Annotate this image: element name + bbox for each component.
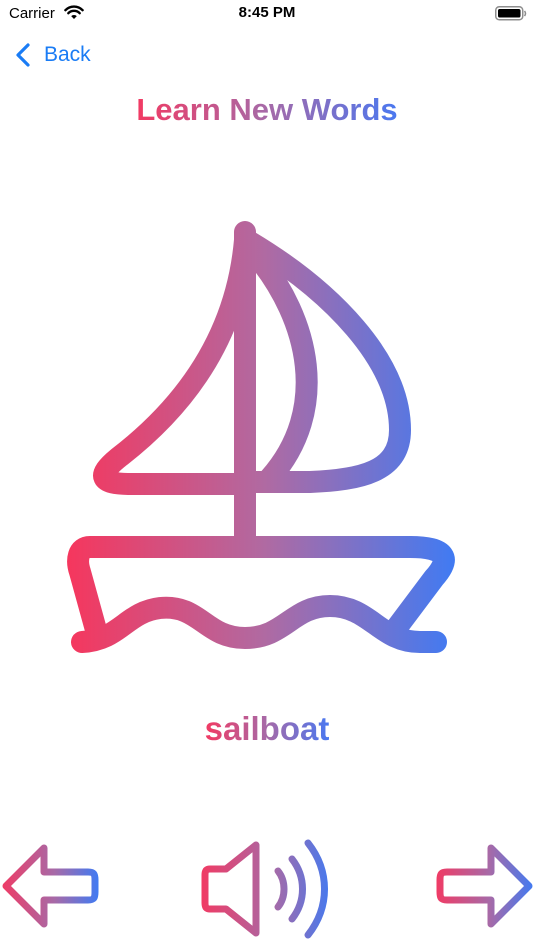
back-label: Back xyxy=(44,43,91,66)
status-bar: Carrier 8:45 PM xyxy=(0,0,534,30)
battery-icon xyxy=(495,6,527,21)
previous-button[interactable] xyxy=(0,840,100,940)
arrow-right-icon xyxy=(436,844,533,928)
chevron-left-icon xyxy=(16,43,30,67)
speak-button[interactable] xyxy=(200,835,340,945)
arrow-left-icon xyxy=(2,844,99,928)
clock: 8:45 PM xyxy=(238,4,296,21)
back-button[interactable]: Back xyxy=(14,39,91,71)
sailboat-icon xyxy=(67,221,455,653)
next-button[interactable] xyxy=(435,840,534,940)
word-label: sailboat xyxy=(204,710,330,747)
speaker-icon xyxy=(201,839,328,939)
page-title: Learn New Words xyxy=(136,92,398,127)
